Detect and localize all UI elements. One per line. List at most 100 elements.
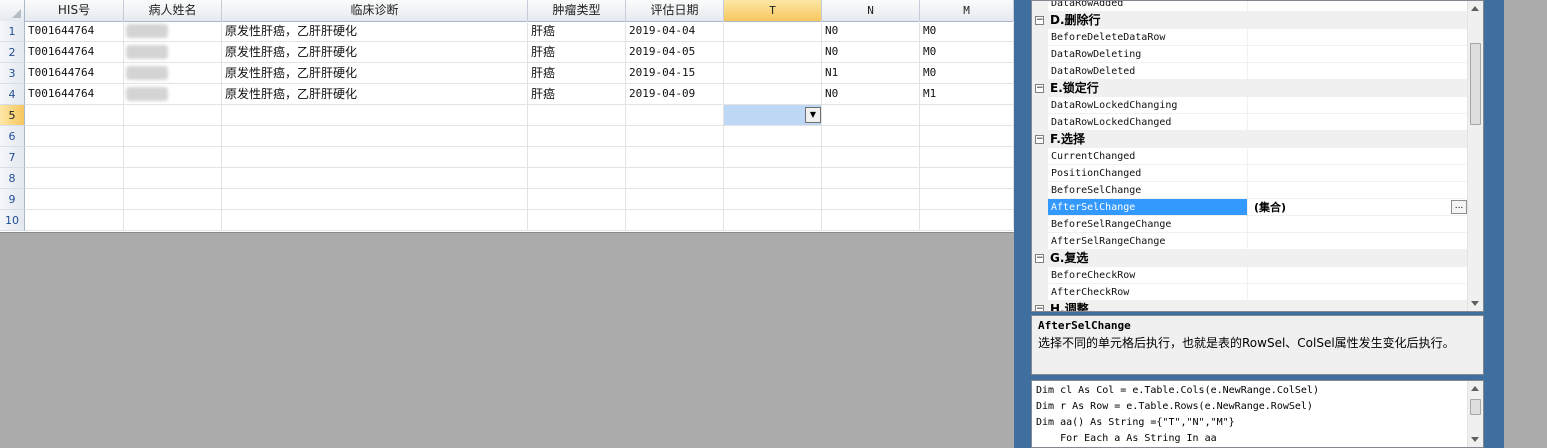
property-name[interactable]: DataRowAdded <box>1048 1 1248 12</box>
collapse-icon[interactable]: − <box>1035 84 1044 93</box>
scroll-down-icon[interactable] <box>1471 437 1479 442</box>
property-row[interactable]: AfterCheckRow <box>1032 284 1468 301</box>
code-editor[interactable]: Dim cl As Col = e.Table.Cols(e.NewRange.… <box>1031 380 1484 448</box>
cell-diagnosis[interactable] <box>222 105 528 125</box>
property-value[interactable] <box>1248 114 1468 131</box>
cell-m[interactable]: M0 <box>920 42 1014 62</box>
cell-his[interactable]: T001644764 <box>25 21 124 41</box>
cell-n[interactable]: N0 <box>822 84 920 104</box>
property-grid-scrollbar[interactable] <box>1467 1 1483 311</box>
cell-t-editing[interactable]: ▼ <box>724 105 822 125</box>
cell-t[interactable] <box>724 21 822 41</box>
property-name[interactable]: PositionChanged <box>1048 165 1248 182</box>
dropdown-arrow-icon[interactable]: ▼ <box>805 107 821 123</box>
code-line[interactable]: Dim r As Row = e.Table.Rows(e.NewRange.R… <box>1036 399 1313 415</box>
cell-n[interactable]: N0 <box>822 42 920 62</box>
property-name[interactable]: CurrentChanged <box>1048 148 1248 165</box>
property-name[interactable]: BeforeCheckRow <box>1048 267 1248 284</box>
property-value[interactable] <box>1248 46 1468 63</box>
cell-his[interactable]: T001644764 <box>25 42 124 62</box>
ellipsis-button[interactable]: ... <box>1451 200 1467 214</box>
row-header[interactable]: 2 <box>0 42 25 63</box>
row-header[interactable]: 4 <box>0 84 25 105</box>
property-name[interactable]: AfterSelRangeChange <box>1048 233 1248 250</box>
cell-m[interactable] <box>920 105 1014 125</box>
collapse-icon[interactable]: − <box>1035 305 1044 311</box>
property-value[interactable] <box>1248 182 1468 199</box>
property-row[interactable]: DataRowLockedChanging <box>1032 97 1468 114</box>
cell-diagnosis[interactable]: 原发性肝癌，乙肝肝硬化 <box>222 42 528 62</box>
property-value[interactable] <box>1248 97 1468 114</box>
cell-m[interactable]: M0 <box>920 21 1014 41</box>
property-row[interactable]: BeforeCheckRow <box>1032 267 1468 284</box>
property-name[interactable]: DataRowDeleting <box>1048 46 1248 63</box>
scroll-thumb[interactable] <box>1470 399 1481 415</box>
property-row[interactable]: BeforeSelRangeChange <box>1032 216 1468 233</box>
row-header[interactable]: 7 <box>0 147 25 168</box>
property-value[interactable] <box>1248 233 1468 250</box>
cell-patient-name[interactable] <box>124 63 222 83</box>
cell-eval-date[interactable] <box>626 105 724 125</box>
cell-n[interactable]: N1 <box>822 63 920 83</box>
property-name[interactable]: DataRowLockedChanging <box>1048 97 1248 114</box>
row-header[interactable]: 8 <box>0 168 25 189</box>
cell-tumor-type[interactable]: 肝癌 <box>528 63 626 83</box>
cell-m[interactable]: M1 <box>920 84 1014 104</box>
code-scrollbar[interactable] <box>1467 381 1483 447</box>
cell-diagnosis[interactable]: 原发性肝癌，乙肝肝硬化 <box>222 63 528 83</box>
property-row[interactable]: DataRowDeleting <box>1032 46 1468 63</box>
cell-eval-date[interactable]: 2019-04-09 <box>626 84 724 104</box>
property-row[interactable]: DataRowAdded <box>1032 1 1468 12</box>
cell-n[interactable] <box>822 105 920 125</box>
cell-tumor-type[interactable]: 肝癌 <box>528 84 626 104</box>
column-header-t[interactable]: T <box>724 0 822 21</box>
property-row[interactable]: DataRowDeleted <box>1032 63 1468 80</box>
cell-tumor-type[interactable]: 肝癌 <box>528 42 626 62</box>
column-header-patient-name[interactable]: 病人姓名 <box>124 0 222 21</box>
property-value[interactable] <box>1248 148 1468 165</box>
column-header-n[interactable]: N <box>822 0 920 21</box>
cell-patient-name[interactable] <box>124 21 222 41</box>
select-all-corner[interactable] <box>0 0 25 21</box>
column-header-his[interactable]: HIS号 <box>25 0 124 21</box>
cell-his[interactable]: T001644764 <box>25 84 124 104</box>
cell-patient-name[interactable] <box>124 42 222 62</box>
cell-t[interactable] <box>724 63 822 83</box>
data-grid[interactable]: HIS号 病人姓名 临床诊断 肿瘤类型 评估日期 T N M 1 2 3 4 5… <box>0 0 1014 233</box>
collapse-icon[interactable]: − <box>1035 135 1044 144</box>
property-category[interactable]: − H.调整 <box>1032 301 1468 311</box>
property-row[interactable]: BeforeDeleteDataRow <box>1032 29 1468 46</box>
property-name-selected[interactable]: AfterSelChange <box>1048 199 1248 216</box>
property-value[interactable] <box>1248 1 1468 12</box>
cell-eval-date[interactable]: 2019-04-15 <box>626 63 724 83</box>
property-value[interactable] <box>1248 216 1468 233</box>
column-header-m[interactable]: M <box>920 0 1014 21</box>
cell-tumor-type[interactable] <box>528 105 626 125</box>
column-header-tumor-type[interactable]: 肿瘤类型 <box>528 0 626 21</box>
property-name[interactable]: DataRowLockedChanged <box>1048 114 1248 131</box>
cell-diagnosis[interactable]: 原发性肝癌，乙肝肝硬化 <box>222 21 528 41</box>
property-name[interactable]: AfterCheckRow <box>1048 284 1248 301</box>
property-category[interactable]: − E.锁定行 <box>1032 80 1468 97</box>
scroll-up-icon[interactable] <box>1471 6 1479 11</box>
code-line[interactable]: Dim aa() As String ={"T","N","M"} <box>1036 415 1235 431</box>
property-name[interactable]: DataRowDeleted <box>1048 63 1248 80</box>
property-category[interactable]: − F.选择 <box>1032 131 1468 148</box>
property-name[interactable]: BeforeSelChange <box>1048 182 1248 199</box>
property-row[interactable]: CurrentChanged <box>1032 148 1468 165</box>
cell-tumor-type[interactable]: 肝癌 <box>528 21 626 41</box>
property-value[interactable]: (集合)... <box>1248 199 1468 216</box>
cell-his[interactable]: T001644764 <box>25 63 124 83</box>
property-name[interactable]: BeforeDeleteDataRow <box>1048 29 1248 46</box>
cell-t[interactable] <box>724 42 822 62</box>
property-value[interactable] <box>1248 284 1468 301</box>
scroll-down-icon[interactable] <box>1471 301 1479 306</box>
cell-his[interactable] <box>25 105 124 125</box>
property-row[interactable]: PositionChanged <box>1032 165 1468 182</box>
property-value[interactable] <box>1248 165 1468 182</box>
code-line[interactable]: For Each a As String In aa <box>1036 431 1217 447</box>
row-header[interactable]: 1 <box>0 21 25 42</box>
property-row[interactable]: AfterSelChange (集合)... <box>1032 199 1468 216</box>
property-value[interactable] <box>1248 267 1468 284</box>
cell-t[interactable] <box>724 84 822 104</box>
